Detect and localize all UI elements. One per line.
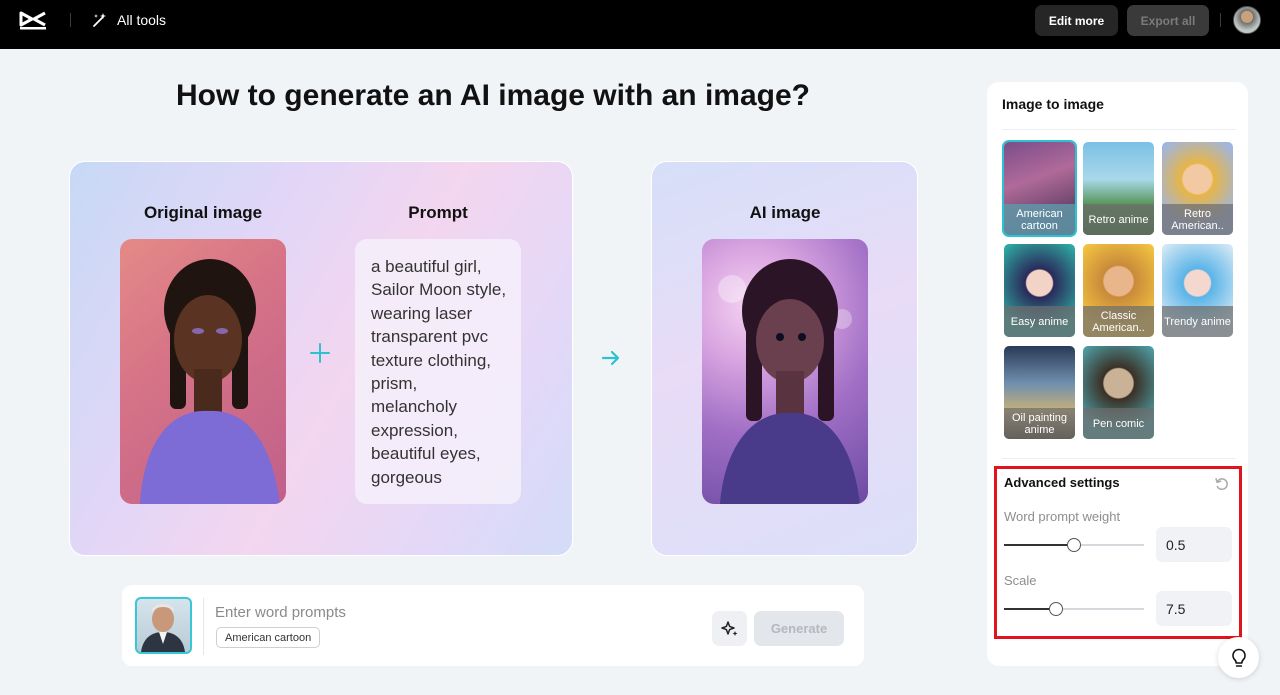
uploaded-image-thumbnail[interactable]: [135, 597, 192, 654]
style-tile-label: American cartoon: [1004, 204, 1075, 235]
style-tile-american-cartoon[interactable]: American cartoon: [1002, 140, 1077, 237]
sparkle-icon: [720, 620, 737, 636]
word-prompt-weight-value[interactable]: 0.5: [1156, 527, 1232, 562]
panel-divider: [1002, 458, 1236, 459]
uploaded-portrait-illustration: [141, 603, 185, 652]
magic-wand-icon: [93, 13, 106, 27]
all-tools-label: All tools: [117, 12, 167, 28]
lightbulb-icon: [1231, 648, 1246, 667]
avatar[interactable]: [1233, 6, 1261, 34]
style-tile-oil-painting-anime[interactable]: Oil painting anime: [1004, 346, 1075, 439]
style-tile-label: Oil painting anime: [1004, 408, 1075, 439]
advanced-settings-title: Advanced settings: [1004, 475, 1120, 490]
style-tile-retro-american[interactable]: Retro American..: [1162, 142, 1233, 235]
export-all-button[interactable]: Export all: [1127, 5, 1209, 36]
arrow-right-icon: [601, 350, 620, 366]
generate-button[interactable]: Generate: [754, 611, 844, 646]
input-bar-divider: [203, 598, 204, 655]
style-tile-retro-anime[interactable]: Retro anime: [1083, 142, 1154, 235]
style-tile-classic-american[interactable]: Classic American..: [1083, 244, 1154, 337]
slider-handle[interactable]: [1049, 602, 1063, 616]
prompt-input-bar: [122, 585, 864, 666]
style-tile-label: Retro American..: [1162, 204, 1233, 235]
slider-handle[interactable]: [1067, 538, 1081, 552]
slider-fill: [1004, 544, 1074, 546]
ai-portrait-illustration: [718, 259, 860, 504]
reset-icon[interactable]: [1214, 476, 1230, 492]
edit-more-button[interactable]: Edit more: [1035, 5, 1118, 36]
original-portrait-illustration: [140, 259, 280, 504]
enhance-prompt-button[interactable]: [712, 611, 747, 646]
selected-style-chip[interactable]: American cartoon: [216, 627, 321, 648]
style-tile-trendy-anime[interactable]: Trendy anime: [1162, 244, 1233, 337]
scale-slider[interactable]: [1004, 602, 1144, 616]
style-tile-label: Classic American..: [1083, 306, 1154, 337]
topbar-divider: [1220, 13, 1221, 27]
word-prompt-weight-label: Word prompt weight: [1004, 509, 1121, 524]
word-prompt-weight-slider[interactable]: [1004, 538, 1144, 552]
topbar-divider: [70, 13, 71, 27]
tips-button[interactable]: [1218, 637, 1259, 678]
capcut-logo-icon[interactable]: [18, 9, 48, 31]
style-tile-label: Retro anime: [1083, 204, 1154, 235]
prompt-text: a beautiful girl, Sailor Moon style, wea…: [371, 257, 507, 487]
prompt-text-box: a beautiful girl, Sailor Moon style, wea…: [355, 239, 521, 504]
page-title: How to generate an AI image with an imag…: [176, 79, 810, 112]
ai-image: [702, 239, 868, 504]
style-tile-pen-comic[interactable]: Pen comic: [1083, 346, 1154, 439]
word-prompt-input[interactable]: [215, 602, 515, 622]
top-bar: All tools Edit more Export all: [0, 0, 1280, 49]
panel-divider: [1002, 129, 1236, 130]
all-tools-button[interactable]: All tools: [91, 10, 166, 30]
ai-image-label: AI image: [749, 203, 821, 222]
scale-value[interactable]: 7.5: [1156, 591, 1232, 626]
style-tile-easy-anime[interactable]: Easy anime: [1004, 244, 1075, 337]
prompt-label: Prompt: [408, 203, 468, 222]
original-image: [120, 239, 286, 504]
style-tile-label: Trendy anime: [1162, 306, 1233, 337]
panel-title: Image to image: [1002, 96, 1104, 112]
original-image-label: Original image: [143, 203, 263, 222]
style-tile-label: Pen comic: [1083, 408, 1154, 439]
style-tile-label: Easy anime: [1004, 306, 1075, 337]
plus-icon: [310, 343, 330, 363]
scale-label: Scale: [1004, 573, 1037, 588]
